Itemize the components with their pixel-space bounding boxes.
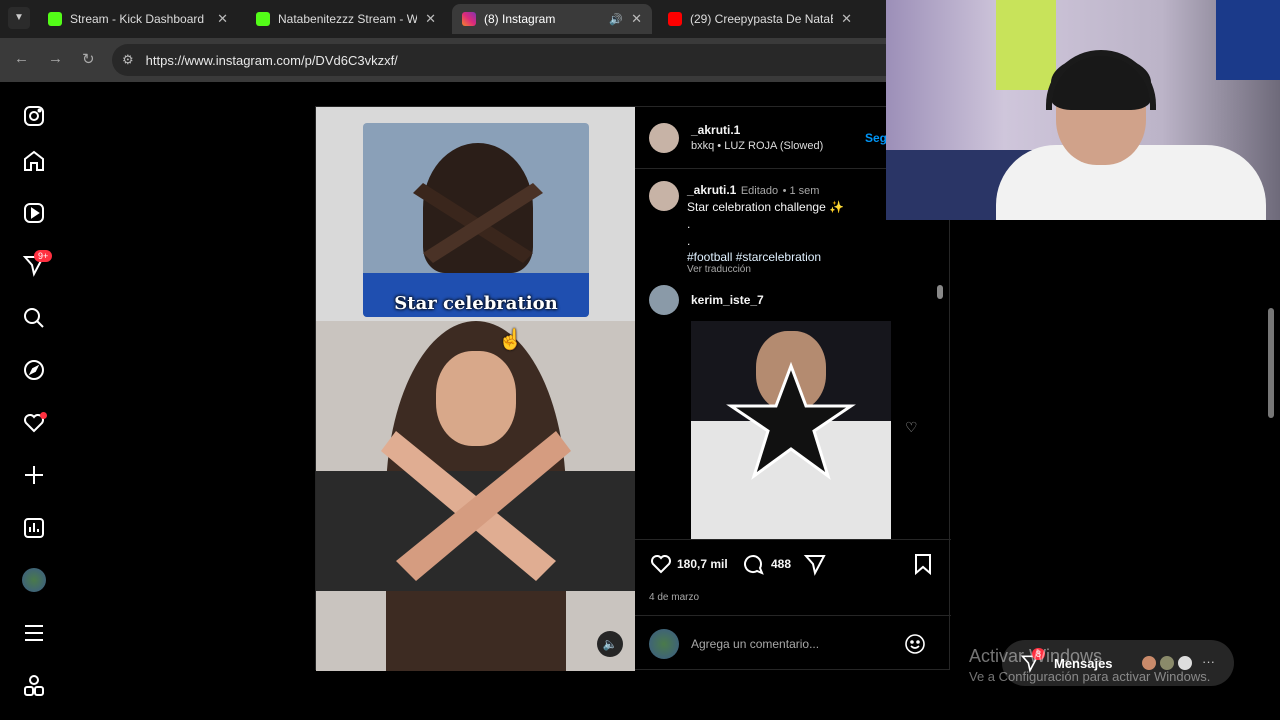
comments-section: _akruti.1 Editado • 1 sem Star celebrati… <box>635 169 951 539</box>
comment-like-icon[interactable]: ♡ <box>905 419 918 436</box>
post-dialog: Star celebration 🔈 ☝ _akruti.1 bxkq • LU… <box>315 106 951 671</box>
post-video[interactable]: Star celebration 🔈 ☝ <box>316 107 635 671</box>
tab-label: (29) Creepypasta De NataBe <box>690 12 834 26</box>
share-icon[interactable] <box>803 552 827 576</box>
commenter-username[interactable]: kerim_iste_7 <box>691 293 764 307</box>
caption-hashtags[interactable]: #football #starcelebration <box>687 250 917 264</box>
dashboard-icon[interactable] <box>22 516 46 540</box>
caption-username[interactable]: _akruti.1 <box>687 183 736 197</box>
youtube-favicon-icon <box>668 12 682 26</box>
speaker-icon[interactable]: 🔊 <box>609 13 623 26</box>
tab-kick-dashboard[interactable]: Stream - Kick Dashboard ✕ <box>38 4 238 34</box>
video-inset-image: Star celebration <box>363 123 589 317</box>
more-icon[interactable]: ··· <box>1202 654 1215 669</box>
mouse-cursor-icon: ☝ <box>498 329 523 351</box>
comments-count: 488 <box>771 557 792 571</box>
webcam-overlay <box>886 0 1280 220</box>
create-icon[interactable] <box>22 463 46 487</box>
instagram-icon[interactable] <box>22 104 46 128</box>
notification-dot <box>40 412 47 419</box>
like-icon[interactable] <box>649 552 673 576</box>
tab-label: (8) Instagram <box>484 12 556 26</box>
author-username[interactable]: _akruti.1 <box>691 123 823 137</box>
tab-label: Stream - Kick Dashboard <box>70 12 205 26</box>
comment-icon[interactable] <box>741 552 765 576</box>
kick-favicon-icon <box>48 12 62 26</box>
messages-badge: 8 <box>1032 648 1046 660</box>
viewer-avatar <box>649 629 679 659</box>
screen: ▼ Stream - Kick Dashboard ✕ Natabenitezz… <box>0 0 1280 720</box>
tab-youtube[interactable]: (29) Creepypasta De NataBe ✕ <box>658 4 862 34</box>
video-main-image <box>316 321 635 671</box>
caption-dot: . <box>687 234 691 248</box>
contact-avatar <box>1176 654 1194 672</box>
tab-kick-stream[interactable]: Natabenitezzz Stream - Wat ✕ <box>246 4 446 34</box>
tab-instagram[interactable]: (8) Instagram 🔊 ✕ <box>452 4 652 34</box>
add-comment-row <box>635 615 951 671</box>
audio-track[interactable]: bxkq • LUZ ROJA (Slowed) <box>691 140 823 152</box>
reload-icon[interactable]: ↻ <box>82 50 95 68</box>
profile-avatar[interactable] <box>22 568 46 592</box>
video-caption-overlay: Star celebration <box>394 293 558 314</box>
caption-avatar[interactable] <box>649 181 679 211</box>
post-actions: 180,7 mil 488 4 de marzo <box>635 539 951 609</box>
crossed-hands-image <box>413 183 543 263</box>
close-tab-icon[interactable]: ✕ <box>841 11 852 27</box>
forward-icon[interactable]: → <box>48 50 63 67</box>
comment-image <box>691 321 891 539</box>
close-tab-icon[interactable]: ✕ <box>631 11 642 27</box>
see-translation-link[interactable]: Ver traducción <box>687 264 917 275</box>
caption-block: _akruti.1 Editado • 1 sem Star celebrati… <box>687 181 917 275</box>
caption-age: • 1 sem <box>782 185 820 197</box>
page-scrollbar-thumb[interactable] <box>1268 308 1274 418</box>
follow-button[interactable]: Seg <box>865 131 887 145</box>
scrollbar-thumb[interactable] <box>937 285 943 299</box>
close-tab-icon[interactable]: ✕ <box>425 11 436 27</box>
emoji-icon[interactable] <box>903 632 927 656</box>
sidebar: 9+ <box>0 82 68 720</box>
author-avatar[interactable] <box>649 123 679 153</box>
page-scrollbar[interactable] <box>1266 304 1276 424</box>
explore-icon[interactable] <box>22 358 46 382</box>
menu-icon[interactable] <box>22 621 46 645</box>
audio-toggle-button[interactable]: 🔈 <box>597 631 623 657</box>
comment-input[interactable] <box>691 634 891 654</box>
caption-dot: . <box>687 217 691 231</box>
tab-search-button[interactable]: ▼ <box>8 7 30 29</box>
author-block: _akruti.1 bxkq • LUZ ROJA (Slowed) <box>691 123 823 152</box>
contact-avatar <box>1140 654 1158 672</box>
url-text: https://www.instagram.com/p/DVd6C3vkzxf/ <box>145 52 398 68</box>
jersey-image <box>996 0 1056 90</box>
reels-icon[interactable] <box>22 201 46 225</box>
tab-label: Natabenitezzz Stream - Wat <box>278 12 418 26</box>
home-icon[interactable] <box>22 149 46 173</box>
messages-button[interactable]: 8 Mensajes ··· <box>1002 640 1234 686</box>
notification-badge: 9+ <box>34 250 53 262</box>
post-date: 4 de marzo <box>649 592 700 603</box>
streamer-shirt <box>996 145 1266 220</box>
jersey-image <box>1216 0 1280 80</box>
back-icon[interactable]: ← <box>14 50 29 67</box>
save-icon[interactable] <box>911 552 935 576</box>
crossed-hands-image <box>381 431 571 581</box>
search-icon[interactable] <box>22 306 46 330</box>
comments-scrollbar[interactable] <box>936 279 944 539</box>
messages-label: Mensajes <box>1054 655 1113 671</box>
contact-avatar <box>1158 654 1176 672</box>
instagram-favicon-icon <box>462 12 476 26</box>
likes-count: 180,7 mil <box>677 557 728 571</box>
edited-label: Editado <box>740 185 779 197</box>
commenter-avatar[interactable] <box>649 285 679 315</box>
caption-text: Star celebration challenge ✨ <box>687 200 845 214</box>
kick-favicon-icon <box>256 12 270 26</box>
site-info-icon[interactable]: ⚙ <box>122 52 134 68</box>
star-shape <box>726 361 856 480</box>
close-tab-icon[interactable]: ✕ <box>217 11 228 27</box>
more-icon[interactable] <box>22 674 46 698</box>
